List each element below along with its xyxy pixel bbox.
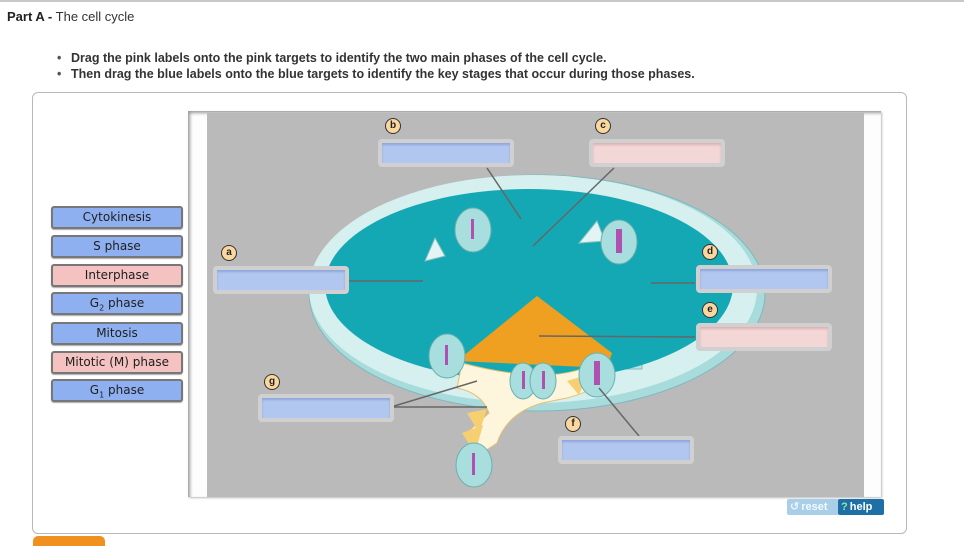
cell-daughter [455, 442, 493, 488]
drop-target-a[interactable] [213, 266, 349, 294]
drop-target-f[interactable] [558, 436, 694, 464]
target-marker-f: f [565, 416, 581, 432]
drop-target-d[interactable] [696, 265, 832, 293]
drop-target-g[interactable] [258, 394, 394, 422]
reset-label: reset [801, 501, 828, 513]
part-title: Part A - The cell cycle [7, 9, 134, 24]
cell-g2 [600, 219, 638, 265]
label-text: Interphase [84, 268, 150, 282]
drop-target-c[interactable] [589, 139, 725, 167]
drop-target-e[interactable] [696, 323, 832, 351]
instruction-item: Then drag the blue labels onto the blue … [55, 66, 695, 82]
cell-g1 [454, 207, 492, 253]
label-text: Cytokinesis [82, 210, 152, 224]
target-marker-c: c [595, 118, 611, 134]
instruction-item: Drag the pink labels onto the pink targe… [55, 50, 695, 66]
label-s-phase[interactable]: S phase [51, 235, 183, 258]
label-mitosis[interactable]: Mitosis [51, 322, 183, 345]
instructions-list: Drag the pink labels onto the pink targe… [55, 50, 695, 82]
label-mitotic-phase[interactable]: Mitotic (M) phase [51, 351, 183, 374]
help-icon: ? [841, 501, 848, 513]
label-cytokinesis[interactable]: Cytokinesis [51, 206, 183, 229]
label-text: G [89, 296, 100, 310]
label-g2-phase[interactable]: G2 phase [51, 292, 183, 315]
cell-prophase [428, 333, 466, 379]
target-marker-a: a [221, 245, 237, 261]
reset-button[interactable]: ↺ reset [787, 499, 839, 515]
label-text: G [89, 383, 100, 397]
cell-metaphase [578, 352, 616, 398]
target-marker-d: d [702, 244, 718, 260]
label-text: Mitosis [96, 326, 138, 340]
cell-telophase-right [529, 362, 557, 400]
submit-button[interactable] [33, 536, 105, 546]
target-marker-e: e [702, 302, 718, 318]
target-marker-g: g [264, 374, 280, 390]
label-text: S phase [93, 239, 141, 253]
drop-target-b[interactable] [378, 139, 514, 167]
label-interphase[interactable]: Interphase [51, 264, 183, 287]
reset-icon: ↺ [790, 501, 800, 513]
label-text: Mitotic (M) phase [65, 355, 169, 369]
top-divider [0, 0, 964, 2]
cell-cycle-diagram [308, 167, 766, 488]
help-button[interactable]: ? help [838, 499, 884, 515]
part-prefix: Part A - [7, 9, 53, 24]
label-text: phase [104, 296, 145, 310]
label-text: phase [104, 383, 145, 397]
part-name: The cell cycle [55, 9, 135, 24]
help-label: help [849, 501, 873, 513]
label-g1-phase[interactable]: G1 phase [51, 379, 183, 402]
target-marker-b: b [385, 118, 401, 134]
